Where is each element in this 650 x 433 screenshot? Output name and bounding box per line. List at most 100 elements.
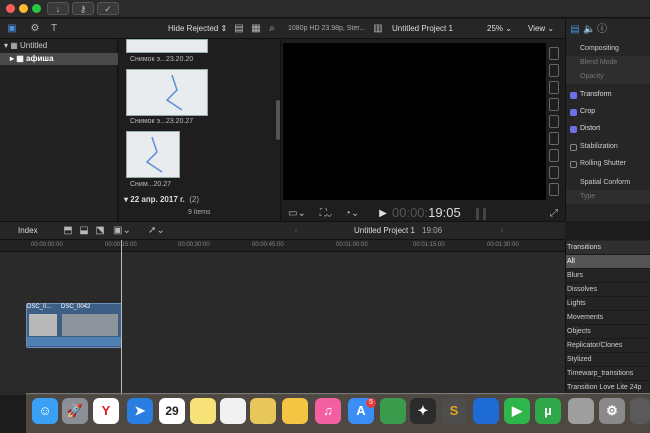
item-count: 9 items [188,209,211,216]
clip-thumbnail[interactable] [126,69,208,116]
transitions-header: Transitions [566,241,650,255]
audio-inspector-icon[interactable]: 🔈 [583,23,595,37]
import-button[interactable]: ↓ [47,2,69,15]
timecode-display[interactable]: 00:00:19:05 [392,205,461,220]
yandex-browser-icon[interactable]: Y [93,398,119,424]
viewer-project-title: Untitled Project 1 [392,24,453,33]
connect-clip-icon[interactable]: ⬒ [62,224,74,238]
itunes-icon[interactable]: ♫ [315,398,341,424]
sketch-icon[interactable] [282,398,308,424]
close-window-button[interactable] [6,4,15,13]
navigator-icon[interactable]: ➤ [127,398,153,424]
inspector-blend-mode[interactable]: Blend Mode [566,56,650,70]
preview-icon[interactable] [250,398,276,424]
event-afisha[interactable]: ▸ ▦ афиша [0,53,118,65]
libraries-icon[interactable]: ▣ [5,22,19,36]
back-arrow-icon[interactable]: ‹ [292,224,300,238]
overwrite-clip-icon[interactable]: ▣⌄ [113,224,131,238]
calculator-icon[interactable] [568,398,594,424]
clip-appearance-icon[interactable]: ▤ [233,22,245,36]
inspector-crop[interactable]: Crop [566,105,650,119]
scrivener-icon[interactable]: S [441,398,467,424]
inspector-rolling-shutter[interactable]: Rolling Shutter [566,157,650,171]
calendar-icon[interactable]: 29 [159,398,185,424]
view-menu[interactable]: View ⌄ [528,24,554,33]
minimize-window-button[interactable] [19,4,28,13]
checkbox-checked[interactable] [570,109,577,116]
info-inspector-icon[interactable]: ⓘ [597,23,607,37]
notes-icon[interactable] [190,398,216,424]
ruler-tick: 00:01:30:00 [487,242,519,248]
speed-icon[interactable]: ◔⌄ [344,207,360,221]
timeline-clip-label: DSC_0... [27,304,52,310]
transitions-category[interactable]: Stylized [566,353,650,367]
filmstrip-icon[interactable]: ▦ [250,22,262,36]
zoom-window-button[interactable] [32,4,41,13]
fullscreen-icon[interactable]: ⤢ [548,207,560,221]
ruler-tick: 00:00:00:00 [31,242,63,248]
inspector-stabilization[interactable]: Stabilization [566,140,650,154]
checkbox-unchecked[interactable] [570,161,577,168]
app-icon[interactable] [630,398,650,424]
append-clip-icon[interactable]: ⬔ [94,224,106,238]
browser-scrollbar[interactable] [276,100,280,140]
index-button[interactable]: Index [18,226,38,235]
background-tasks-button[interactable]: ✓ [97,2,119,15]
play-icon[interactable]: ▶ [378,207,388,221]
transform-tools-icon[interactable]: ⛶⌄ [318,207,334,221]
keynote-icon[interactable] [473,398,499,424]
inspector-transform[interactable]: Transform [566,88,650,102]
library-untitled[interactable]: ▾ ▦ Untitled [0,40,118,52]
transitions-category[interactable]: Dissolves [566,283,650,297]
keywords-button[interactable]: ⚷ [72,2,94,15]
finder-icon[interactable]: ☺ [32,398,58,424]
timeline-project-title: Untitled Project 1 [354,226,415,235]
transitions-category[interactable]: Blurs [566,269,650,283]
libraries-sidebar [0,39,118,221]
clapper-icon: ▥ [373,23,383,34]
checkbox-checked[interactable] [570,92,577,99]
transitions-category[interactable]: Movements [566,311,650,325]
badge: 5 [366,398,376,408]
clip-audio-waveform [27,337,121,346]
clip-thumbnail[interactable] [126,131,180,178]
transitions-category[interactable]: Replicator/Clones [566,339,650,353]
transitions-category[interactable]: All [566,255,650,269]
reminders-icon[interactable] [220,398,246,424]
transitions-category[interactable]: Objects [566,325,650,339]
select-tool-icon[interactable]: ➚⌄ [148,224,165,238]
facetime-icon[interactable]: ▶ [504,398,530,424]
filmstrip-strip [547,43,561,200]
insert-clip-icon[interactable]: ⬓ [78,224,90,238]
system-preferences-icon[interactable]: ⚙ [599,398,625,424]
zoom-menu[interactable]: 25% ⌄ [487,24,512,33]
playhead[interactable] [121,240,122,395]
final-cut-pro-icon[interactable]: ✦ [410,398,436,424]
forward-arrow-icon[interactable]: › [498,224,506,238]
utorrent-icon[interactable]: µ [535,398,561,424]
numbers-icon[interactable] [380,398,406,424]
inspector-type[interactable]: Type [566,190,650,204]
display-options-icon[interactable]: ▭⌄ [288,207,306,221]
clip-browser [119,39,281,221]
clip-frame-thumbnail [29,314,57,336]
inspector-opacity[interactable]: Opacity [566,70,650,84]
filter-menu[interactable]: Hide Rejected ⇕ [168,24,227,33]
date-group-header[interactable]: ▾ 22 апр. 2017 г. (2) [124,195,199,204]
inspector-distort[interactable]: Distort [566,122,650,136]
launchpad-icon[interactable]: 🚀 [62,398,88,424]
timeline-clip-label: DSC_0042 [61,304,91,310]
video-inspector-icon[interactable]: ▤ [570,23,580,37]
inspector-spatial-conform[interactable]: Spatial Conform [566,176,650,190]
photos-audio-icon[interactable]: ⚙ [28,22,42,36]
clip-thumbnail[interactable] [126,39,208,53]
audio-meter-left [476,208,479,220]
search-icon[interactable]: ⌕ [266,22,278,36]
titles-generators-icon[interactable]: T [47,22,61,36]
viewer-canvas [283,43,546,200]
transitions-category[interactable]: Timewarp_transitions [566,367,650,381]
inspector-compositing[interactable]: Compositing [566,42,650,56]
checkbox-checked[interactable] [570,126,577,133]
checkbox-unchecked[interactable] [570,144,577,151]
transitions-category[interactable]: Lights [566,297,650,311]
